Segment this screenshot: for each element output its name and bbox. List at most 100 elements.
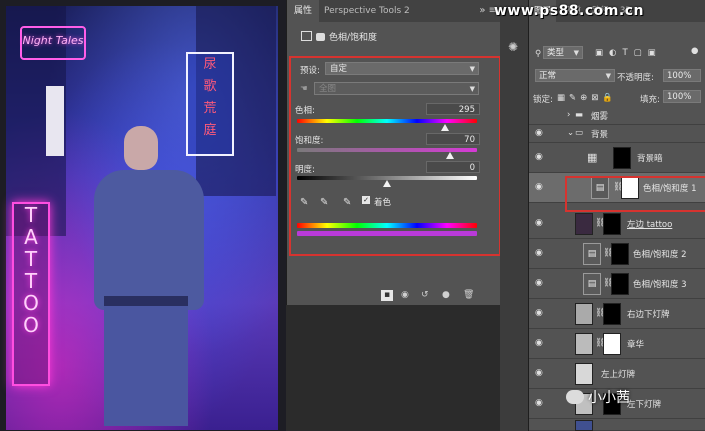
search-icon: ⚲ xyxy=(535,49,542,59)
hue-input[interactable]: 295 xyxy=(426,103,480,115)
sign-char: 歌 xyxy=(203,79,217,94)
layer-name: 背景暗 xyxy=(637,154,663,164)
lock-icons[interactable]: ▦✎⊕⊠🔒 xyxy=(557,93,617,103)
eyedropper-plus-icon[interactable]: ✎ xyxy=(320,197,328,208)
chevron-down-icon: ▼ xyxy=(573,49,579,57)
eyedropper-icon[interactable]: ✎ xyxy=(300,197,308,208)
chevron-right-icon[interactable]: › xyxy=(567,110,570,120)
layer-name: 左下灯牌 xyxy=(627,400,662,410)
layer-mask-thumbnail xyxy=(603,213,621,235)
layer-name: 章华 xyxy=(627,340,645,350)
layer-mask-thumbnail xyxy=(603,333,621,355)
preset-label: 预设: xyxy=(300,66,320,76)
layer-name: 烟雾 xyxy=(591,112,609,122)
saturation-input[interactable]: 70 xyxy=(426,133,480,145)
lightness-input[interactable]: 0 xyxy=(426,161,480,173)
layer-mask-thumbnail xyxy=(613,147,631,169)
layer-row[interactable]: ◉ ⛓ 左边 tattoo xyxy=(529,209,705,239)
tattoo-letter: O xyxy=(23,291,39,315)
sparkle-icon[interactable]: ✺ xyxy=(508,40,518,54)
eye-icon[interactable]: ◉ xyxy=(535,152,546,163)
hue-saturation-adjust-icon: ▤ xyxy=(583,273,601,295)
properties-tabs: 属性 Perspective Tools 2 » ≡ xyxy=(287,0,501,22)
panel-dock-strip: ✺ xyxy=(500,0,528,431)
layer-group-row[interactable]: ◉ ⌄ ▭ 背景 xyxy=(529,125,705,143)
hue-slider-thumb[interactable] xyxy=(440,124,449,131)
hue-label: 色相: xyxy=(295,106,315,116)
wechat-watermark: 小小茜 xyxy=(566,387,630,407)
chevron-down-icon: ▼ xyxy=(469,85,475,93)
eyedropper-minus-icon[interactable]: ✎ xyxy=(343,197,351,208)
vertical-sign-left xyxy=(46,86,64,156)
tattoo-letter: O xyxy=(23,313,39,337)
colorize-checkbox[interactable]: ✓ xyxy=(362,196,370,204)
opacity-label: 不透明度: xyxy=(617,73,654,83)
chevron-down-icon[interactable]: ⌄ xyxy=(567,128,574,138)
blend-mode-select[interactable]: 正常 ▼ xyxy=(535,69,615,82)
saturation-slider-thumb[interactable] xyxy=(446,152,454,159)
eye-icon[interactable]: ◉ xyxy=(535,398,546,409)
preset-value: 自定 xyxy=(330,64,348,74)
chevron-down-icon: ▼ xyxy=(605,72,611,80)
opacity-value: 100% xyxy=(667,71,692,81)
eye-icon[interactable]: ◉ xyxy=(535,308,546,319)
filter-label: 类型 xyxy=(547,48,565,58)
layer-name: 色相/饱和度 3 xyxy=(633,280,687,290)
opacity-input[interactable]: 100% xyxy=(663,69,701,82)
saturation-label: 饱和度: xyxy=(295,136,324,146)
clip-to-layer-icon[interactable]: ▪ xyxy=(381,290,393,301)
view-previous-icon[interactable]: ◉ xyxy=(401,290,409,300)
mask-icon[interactable] xyxy=(316,33,325,41)
adjustment-icon xyxy=(301,31,312,41)
layer-row[interactable]: ◉ 左上灯牌 xyxy=(529,359,705,389)
reset-icon[interactable]: ↺ xyxy=(421,290,429,300)
target-hand-icon[interactable]: ☚ xyxy=(300,84,308,94)
layer-name: 右边下灯牌 xyxy=(627,310,670,320)
neon-sign-top-left: Night Tales xyxy=(20,26,86,60)
layer-row[interactable]: ◉ ▤ ⛓ 色相/饱和度 3 xyxy=(529,269,705,299)
grid-adjust-icon: ▦ xyxy=(587,151,598,164)
layer-row[interactable]: ◉ ⛓ 章华 xyxy=(529,329,705,359)
tab-perspective-tools[interactable]: Perspective Tools 2 xyxy=(317,0,417,22)
eye-icon[interactable]: ◉ xyxy=(535,368,546,379)
sign-char: 尿 xyxy=(203,57,217,72)
eye-icon[interactable]: ◉ xyxy=(535,218,546,229)
fill-label: 填充: xyxy=(640,95,660,105)
wechat-icon xyxy=(566,390,584,404)
channel-select[interactable]: 全图 ▼ xyxy=(314,82,479,95)
layers-panel: 图层 通道 路径 3D ⚲ 类型 ▼ ▣◐T▢▣ ● 正常 ▼ 不透明度: 100%… xyxy=(528,0,705,431)
fill-input[interactable]: 100% xyxy=(663,90,701,103)
layer-name: 左边 tattoo xyxy=(627,220,673,230)
hue-slider-track[interactable] xyxy=(297,119,477,123)
tab-properties[interactable]: 属性 xyxy=(287,0,320,22)
tattoo-letter: T xyxy=(24,247,38,271)
filter-type-select[interactable]: 类型 ▼ xyxy=(543,46,583,59)
layer-row[interactable]: ◉ ▤ ⛓ 色相/饱和度 2 xyxy=(529,239,705,269)
adjustment-title-text: 色相/饱和度 xyxy=(329,33,378,43)
trash-icon[interactable]: 🗑 xyxy=(463,290,474,300)
layer-group-row[interactable]: › ▬ 烟雾 xyxy=(529,107,705,125)
eye-icon[interactable]: ◉ xyxy=(535,128,546,139)
layer-mask-thumbnail xyxy=(603,303,621,325)
eye-icon[interactable]: ◉ xyxy=(535,248,546,259)
layer-filter-icons[interactable]: ▣◐T▢▣ xyxy=(595,48,662,58)
adjustment-title: 色相/饱和度 xyxy=(301,30,377,43)
eye-icon[interactable]: ◉ xyxy=(535,182,546,193)
model-figure xyxy=(78,122,218,426)
preset-select[interactable]: 自定 ▼ xyxy=(325,62,479,75)
lightness-label: 明度: xyxy=(295,165,315,175)
filter-toggle-icon[interactable]: ● xyxy=(691,46,698,56)
layer-row[interactable]: ◉ ▦ 背景暗 xyxy=(529,143,705,173)
chevron-down-icon: ▼ xyxy=(469,65,475,73)
tattoo-neon-sign: T A T T O O xyxy=(12,202,50,386)
visibility-eye-icon[interactable]: ● xyxy=(442,290,450,300)
eye-icon[interactable]: ◉ xyxy=(535,338,546,349)
layer-row[interactable] xyxy=(529,419,705,431)
layer-row[interactable]: ◉ ⛓ 右边下灯牌 xyxy=(529,299,705,329)
lightness-slider-thumb[interactable] xyxy=(383,180,391,187)
document-canvas[interactable]: Night Tales 尿 歌 荒 庭 T A T T O O xyxy=(0,0,286,431)
layer-name: 背景 xyxy=(591,130,609,140)
eye-icon[interactable]: ◉ xyxy=(535,278,546,289)
layer-thumbnail xyxy=(575,363,593,385)
selected-layer-highlight xyxy=(565,176,705,212)
